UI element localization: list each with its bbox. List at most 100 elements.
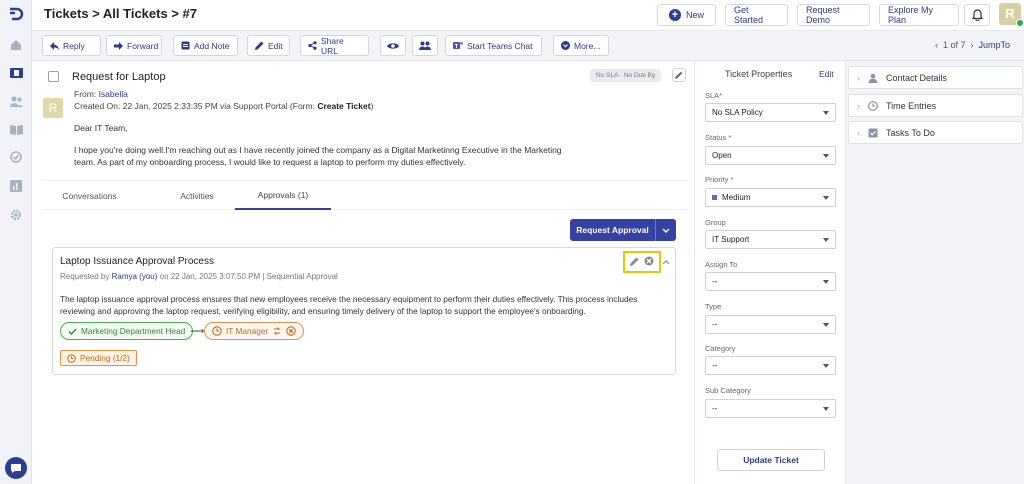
teams-icon — [453, 42, 463, 49]
assign-select[interactable]: -- — [705, 272, 836, 291]
group-select-value: IT Support — [712, 235, 750, 244]
collapse-chevron-up-icon[interactable] — [662, 257, 670, 267]
sla-field-label: SLA* — [705, 91, 723, 100]
forward-button[interactable]: Forward — [106, 35, 162, 56]
tasks-icon[interactable] — [9, 150, 23, 164]
new-button[interactable]: + New — [657, 4, 716, 26]
step-arrow-icon: ⟶ — [190, 326, 205, 337]
share-url-button[interactable]: Share URL — [300, 35, 369, 56]
approval-title: Laptop Issuance Approval Process — [60, 256, 214, 267]
forward-label: Forward — [127, 40, 159, 51]
approval-status-badge: Pending (1/2) — [60, 350, 137, 366]
approval-meta-suffix: on 22 Jan, 2025 3:07:50 PM | Sequential … — [157, 272, 338, 281]
chat-support-icon[interactable] — [5, 457, 27, 479]
note-icon — [181, 41, 190, 50]
knowledge-base-icon[interactable] — [9, 122, 23, 136]
status-select[interactable]: Open — [705, 146, 836, 165]
contact-person-icon — [868, 73, 878, 83]
created-line: Created On: 22 Jan, 2025 2:33:35 PM via … — [74, 101, 373, 111]
plus-icon: + — [668, 9, 681, 21]
jump-to-link[interactable]: JumpTo — [979, 40, 1011, 50]
step1-label: Marketing Department Head — [81, 326, 186, 336]
subcategory-select[interactable]: -- — [705, 399, 836, 418]
notifications-bell-icon[interactable] — [964, 4, 990, 26]
edit-approval-pencil-icon[interactable] — [630, 257, 639, 268]
settings-gear-icon[interactable] — [9, 208, 23, 222]
ticket-description: Dear IT Team, I hope you're doing well.I… — [74, 122, 574, 178]
app-logo-icon[interactable] — [7, 6, 25, 22]
tab-approvals[interactable]: Approvals (1) — [235, 181, 331, 210]
request-demo-button[interactable]: Request Demo — [797, 4, 870, 26]
priority-select[interactable]: Medium — [705, 188, 836, 207]
contact-details-panel[interactable]: › Contact Details — [848, 66, 1023, 89]
get-started-button[interactable]: Get Started — [725, 4, 788, 26]
type-select[interactable]: -- — [705, 315, 836, 334]
reply-icon — [50, 41, 59, 50]
edit-button[interactable]: Edit — [247, 35, 290, 56]
chevron-right-icon: › — [857, 127, 860, 138]
reassign-icon[interactable] — [272, 326, 282, 336]
explore-plan-button[interactable]: Explore My Plan — [879, 4, 959, 26]
request-approval-button[interactable]: Request Approval — [570, 219, 676, 241]
remove-approver-x-icon[interactable] — [286, 326, 297, 336]
approval-card: Laptop Issuance Approval Process Request… — [52, 247, 676, 375]
reports-icon[interactable] — [9, 179, 23, 193]
prev-ticket-icon[interactable]: ‹ — [935, 40, 938, 50]
more-chevron-icon — [561, 41, 570, 50]
tickets-icon[interactable] — [9, 66, 23, 80]
time-entries-label: Time Entries — [886, 100, 937, 111]
chevron-right-icon: › — [857, 72, 860, 83]
approval-meta-prefix: Requested by — [60, 272, 112, 281]
more-button[interactable]: More... — [553, 35, 609, 56]
next-ticket-icon[interactable]: › — [971, 40, 974, 50]
tasks-to-do-panel[interactable]: › Tasks To Do — [848, 121, 1023, 144]
priority-field-label: Priority * — [705, 175, 734, 184]
watch-eye-button[interactable] — [380, 35, 406, 56]
check-icon — [68, 328, 77, 335]
add-note-button[interactable]: Add Note — [173, 35, 238, 56]
chevron-down-icon — [823, 154, 829, 158]
properties-edit-link[interactable]: Edit — [819, 69, 834, 79]
breadcrumb[interactable]: Tickets > All Tickets > #7 — [44, 6, 197, 21]
user-avatar[interactable]: R — [999, 3, 1024, 27]
teams-chat-label: Start Teams Chat — [467, 40, 533, 51]
request-approval-label: Request Approval — [570, 219, 656, 241]
group-select[interactable]: IT Support — [705, 230, 836, 249]
team-button[interactable] — [412, 35, 438, 56]
request-approval-dropdown-icon[interactable] — [656, 225, 676, 235]
requester-link[interactable]: Isabella — [99, 89, 128, 99]
user-avatar-letter: R — [1005, 6, 1015, 21]
status-field-label: Status * — [705, 133, 732, 142]
clock-icon — [868, 100, 878, 111]
from-line: From: Isabella — [74, 89, 128, 99]
cancel-approval-x-icon[interactable] — [644, 256, 654, 268]
pending-clock-icon — [67, 353, 76, 363]
approval-meta: Requested by Ramya (you) on 22 Jan, 2025… — [60, 272, 338, 281]
forward-icon — [114, 41, 123, 50]
eye-icon — [387, 42, 399, 49]
clock-icon — [212, 326, 222, 336]
status-label: Pending (1/2) — [80, 353, 130, 363]
users-icon[interactable] — [9, 94, 23, 108]
assign-field-label: Assign To — [705, 260, 738, 269]
online-status-dot — [1016, 19, 1024, 27]
sla-edit-pencil-icon[interactable] — [672, 68, 686, 82]
subcategory-field-label: Sub Category — [705, 386, 751, 395]
sla-select[interactable]: No SLA Policy — [705, 103, 836, 122]
tab-conversations[interactable]: Conversations — [42, 181, 137, 210]
chevron-right-icon: › — [857, 100, 860, 111]
category-select[interactable]: -- — [705, 356, 836, 375]
category-field-label: Category — [705, 344, 736, 353]
chevron-down-icon — [823, 111, 829, 115]
start-teams-chat-button[interactable]: Start Teams Chat — [445, 35, 542, 56]
tab-activities[interactable]: Activities — [147, 181, 247, 210]
time-entries-panel[interactable]: › Time Entries — [848, 94, 1023, 117]
new-button-label: New — [685, 10, 704, 20]
sla-select-value: No SLA Policy — [712, 108, 763, 117]
update-ticket-button[interactable]: Update Ticket — [717, 449, 825, 471]
chevron-down-icon — [823, 407, 829, 411]
approval-requester-link[interactable]: Ramya (you) — [112, 272, 158, 281]
reply-button[interactable]: Reply — [42, 35, 101, 56]
home-icon[interactable] — [9, 38, 23, 52]
left-nav-rail — [0, 0, 32, 484]
